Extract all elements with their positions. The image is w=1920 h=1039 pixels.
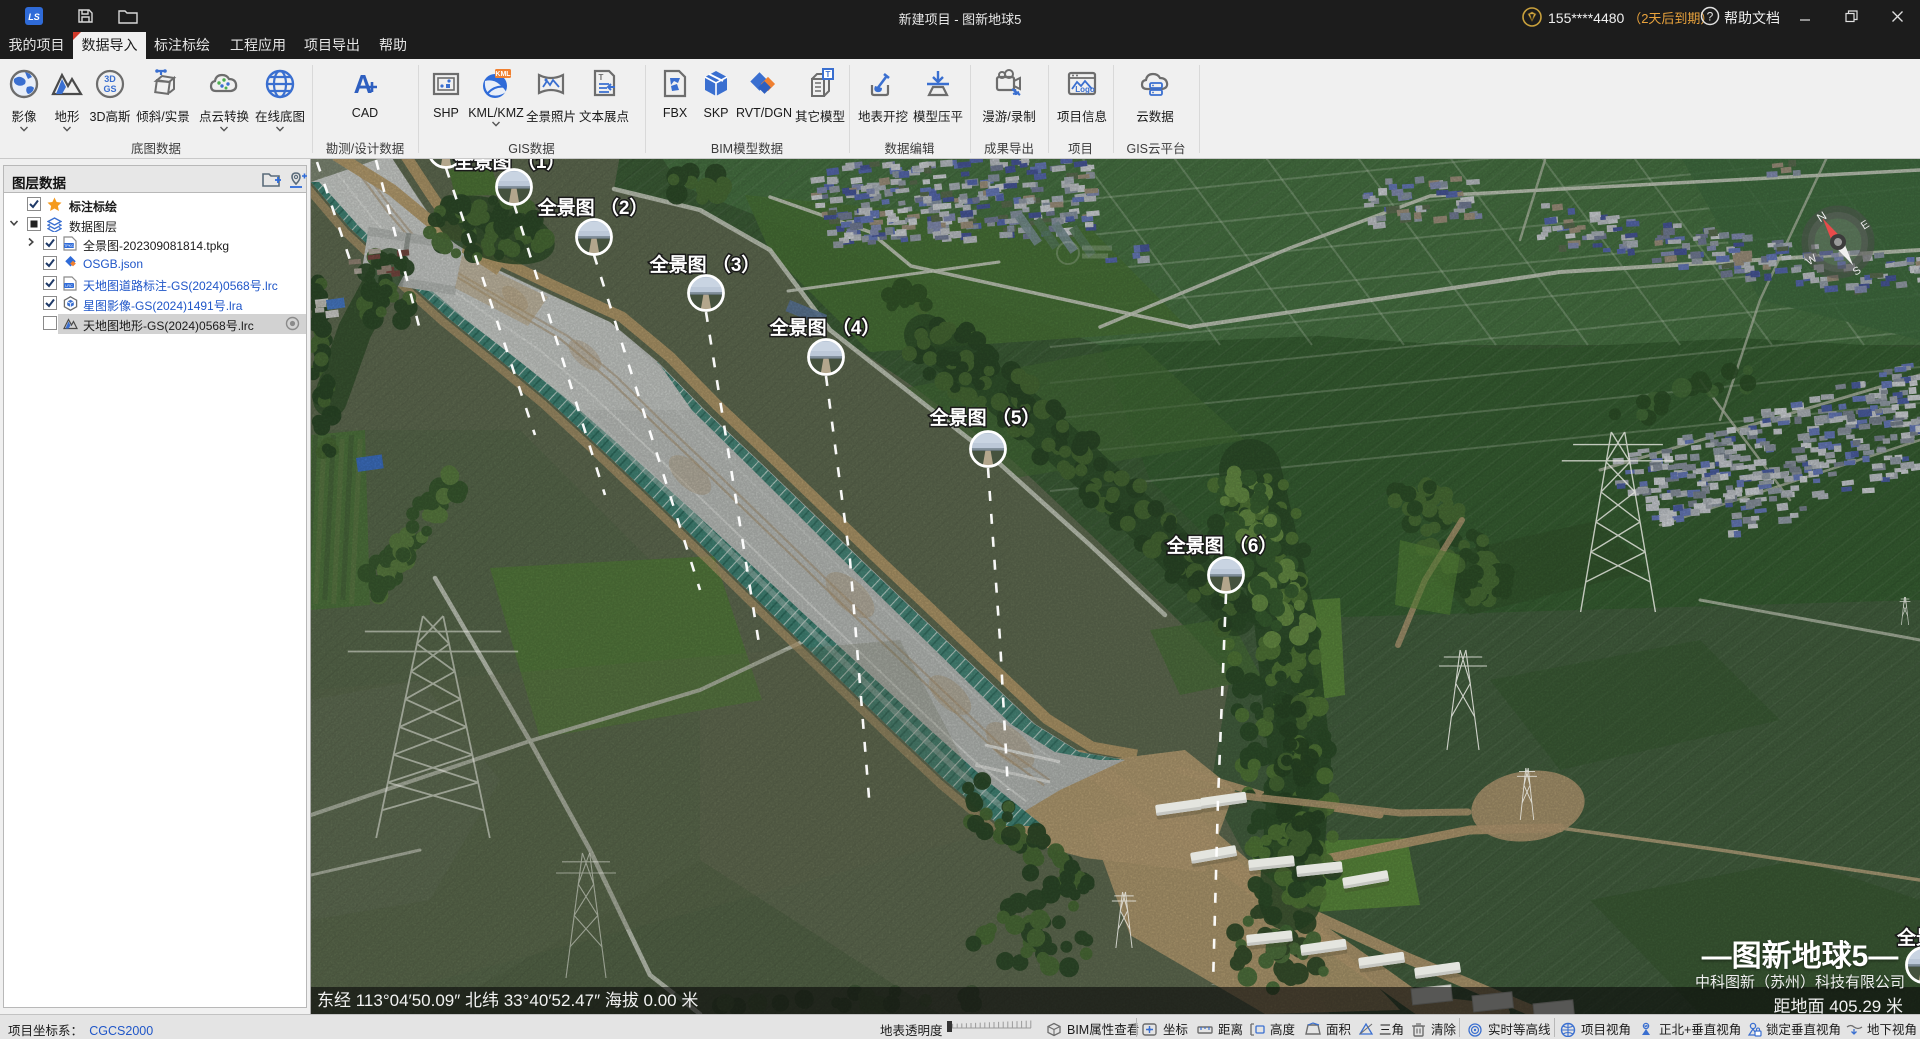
svg-text:TPKG: TPKG	[64, 244, 74, 248]
svg-text:A: A	[354, 69, 373, 99]
svg-text:全景图 （4）: 全景图 （4）	[769, 316, 881, 339]
svg-text:LRC: LRC	[65, 284, 73, 288]
svg-text:T: T	[599, 73, 604, 82]
svg-text:?: ?	[1707, 10, 1714, 24]
svg-text:3D: 3D	[104, 74, 116, 84]
svg-text:全景图 （2）: 全景图 （2）	[537, 196, 649, 219]
svg-text:GS: GS	[103, 84, 116, 94]
svg-text:全景图 （5）: 全景图 （5）	[929, 406, 1041, 429]
svg-text:KML: KML	[495, 71, 511, 78]
svg-text:全景图 （3）: 全景图 （3）	[649, 253, 761, 276]
svg-text:Logo: Logo	[1075, 85, 1095, 94]
svg-text:全景图 （6）: 全景图 （6）	[1166, 534, 1278, 557]
svg-text:T: T	[826, 70, 831, 79]
